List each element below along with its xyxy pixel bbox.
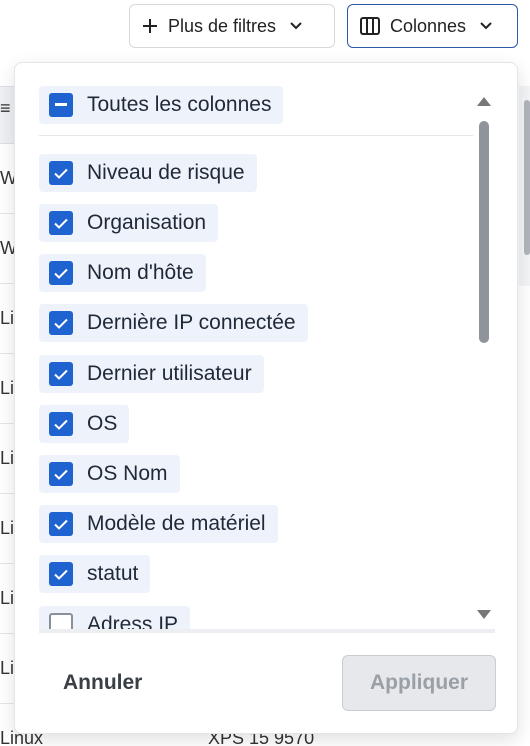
- row-os-fragment: Li: [0, 518, 15, 538]
- row-os-fragment: Li: [0, 588, 15, 608]
- checkbox-checked[interactable]: [49, 161, 73, 185]
- column-option-label: Niveau de risque: [87, 161, 245, 184]
- column-option[interactable]: Organisation: [39, 204, 219, 242]
- more-filters-button[interactable]: Plus de filtres: [129, 4, 335, 48]
- checkbox-checked[interactable]: [49, 512, 73, 536]
- row-os-fragment: Li: [0, 308, 15, 328]
- more-filters-label: Plus de filtres: [168, 15, 277, 36]
- column-option-label: Modèle de matériel: [87, 512, 266, 535]
- column-option[interactable]: Nom d'hôte: [39, 254, 206, 292]
- columns-icon: [360, 17, 380, 35]
- column-option-label: statut: [87, 562, 139, 585]
- checkbox-checked[interactable]: [49, 562, 73, 586]
- columns-list[interactable]: Toutes les colonnes Niveau de risque Org…: [15, 63, 517, 633]
- checkbox-checked[interactable]: [49, 311, 73, 335]
- menu-icon: ≡: [0, 98, 11, 118]
- columns-button[interactable]: Colonnes: [347, 4, 518, 48]
- column-option[interactable]: Dernière IP connectée: [39, 304, 308, 342]
- row-os-fragment: Li: [0, 658, 15, 678]
- row-os-fragment: Li: [0, 448, 15, 468]
- cancel-button[interactable]: Annuler: [63, 671, 142, 695]
- checkbox-checked[interactable]: [49, 462, 73, 486]
- checkbox-checked[interactable]: [49, 412, 73, 436]
- divider: [39, 135, 473, 136]
- checkbox-checked[interactable]: [49, 362, 73, 386]
- scrollbar-thumb[interactable]: [479, 121, 489, 343]
- column-option-label: OS: [87, 412, 118, 435]
- screen: ≡ W W Li Li Li Li Li Li Linux XPS 15 957…: [0, 0, 530, 746]
- column-option[interactable]: OS: [39, 405, 130, 443]
- select-all-columns[interactable]: Toutes les colonnes: [39, 86, 284, 124]
- column-option-label: Nom d'hôte: [87, 261, 194, 284]
- column-option[interactable]: Niveau de risque: [39, 154, 257, 192]
- chevron-down-icon: [480, 22, 492, 30]
- column-option-label: Organisation: [87, 211, 207, 234]
- columns-dropdown: Toutes les colonnes Niveau de risque Org…: [14, 62, 518, 734]
- select-all-label: Toutes les colonnes: [87, 93, 272, 116]
- indeterminate-checkbox[interactable]: [49, 93, 73, 117]
- plus-icon: [142, 18, 158, 34]
- column-option[interactable]: Modèle de matériel: [39, 505, 278, 543]
- column-option[interactable]: statut: [39, 555, 151, 593]
- column-option-label: Dernier utilisateur: [87, 362, 252, 385]
- table-scrollbar-thumb[interactable]: [524, 100, 530, 255]
- scroll-down-arrow-icon[interactable]: [477, 610, 491, 619]
- row-os-fragment: Li: [0, 378, 15, 398]
- column-option[interactable]: OS Nom: [39, 455, 180, 493]
- column-option-label: OS Nom: [87, 462, 168, 485]
- chevron-down-icon: [290, 22, 302, 30]
- checkbox-checked[interactable]: [49, 261, 73, 285]
- checkbox-checked[interactable]: [49, 211, 73, 235]
- list-bottom-edge: [39, 629, 495, 633]
- column-option[interactable]: Dernier utilisateur: [39, 355, 264, 393]
- columns-label: Colonnes: [390, 15, 467, 36]
- column-option-label: Dernière IP connectée: [87, 311, 296, 334]
- apply-button[interactable]: Appliquer: [342, 655, 496, 711]
- scroll-up-arrow-icon[interactable]: [477, 97, 491, 106]
